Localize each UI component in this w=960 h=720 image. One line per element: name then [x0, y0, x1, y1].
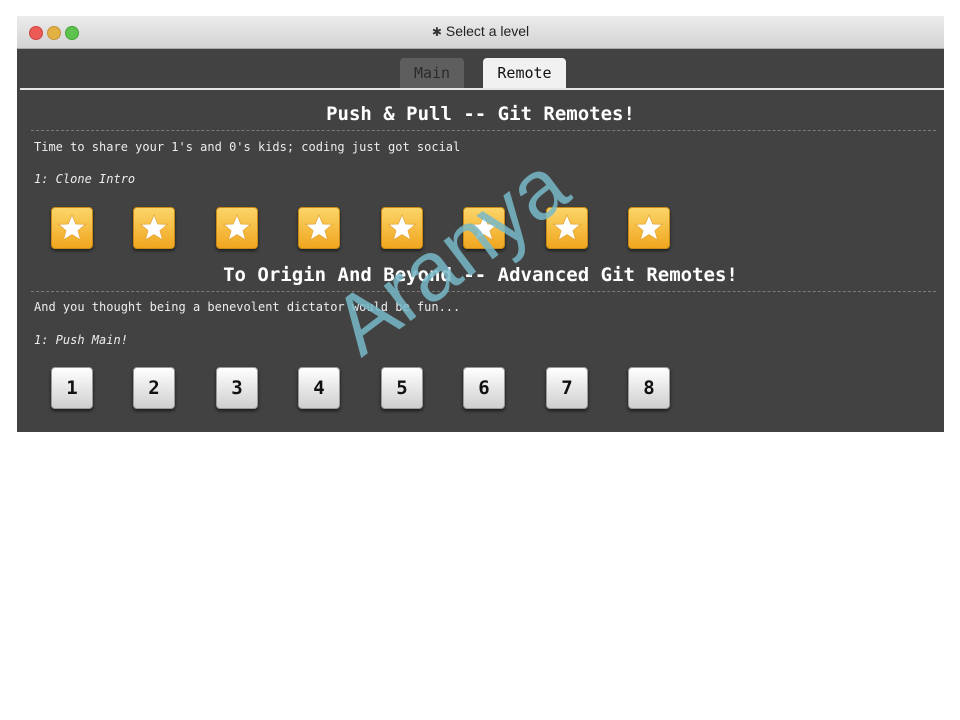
level-button-4[interactable] — [298, 207, 340, 249]
level-button-4[interactable]: 4 — [298, 367, 340, 409]
window-title: Select a level — [445, 23, 530, 39]
level-button-2[interactable] — [133, 207, 175, 249]
section-divider — [31, 130, 936, 131]
selected-level-label: 1: Clone Intro — [34, 172, 136, 186]
level-button-7[interactable] — [546, 207, 588, 249]
section-description: And you thought being a benevolent dicta… — [34, 300, 461, 314]
level-button-5[interactable] — [381, 207, 423, 249]
title-bar: ✱ Select a level — [17, 16, 944, 49]
section-title-push-pull: Push & Pull -- Git Remotes! — [326, 103, 635, 125]
level-button-3[interactable]: 3 — [216, 367, 258, 409]
tab-bar: Main Remote — [17, 58, 944, 88]
tab-underline — [20, 88, 944, 90]
star-icon — [634, 213, 664, 241]
level-button-6[interactable]: 6 — [463, 367, 505, 409]
level-button-7[interactable]: 7 — [546, 367, 588, 409]
section-description: Time to share your 1's and 0's kids; cod… — [34, 140, 461, 154]
level-button-3[interactable] — [216, 207, 258, 249]
level-button-5[interactable]: 5 — [381, 367, 423, 409]
tab-main[interactable]: Main — [400, 58, 464, 88]
section-divider — [31, 291, 936, 292]
tab-remote[interactable]: Remote — [483, 58, 566, 88]
level-button-8[interactable] — [628, 207, 670, 249]
star-icon — [387, 213, 417, 241]
star-icon — [304, 213, 334, 241]
star-icon — [139, 213, 169, 241]
level-button-1[interactable]: 1 — [51, 367, 93, 409]
star-icon — [469, 213, 499, 241]
selected-level-label: 1: Push Main! — [34, 333, 128, 347]
window-title-container: ✱ Select a level — [17, 23, 944, 39]
star-icon — [552, 213, 582, 241]
level-select-window: ✱ Select a level Main Remote Push & Pull … — [17, 16, 944, 432]
level-button-row-1 — [17, 207, 944, 251]
level-button-row-2: 1 2 3 4 5 6 7 8 — [17, 367, 944, 411]
section-title-advanced-remotes: To Origin And Beyond -- Advanced Git Rem… — [223, 264, 738, 286]
level-button-2[interactable]: 2 — [133, 367, 175, 409]
level-button-6[interactable] — [463, 207, 505, 249]
level-button-8[interactable]: 8 — [628, 367, 670, 409]
star-icon — [222, 213, 252, 241]
star-icon — [57, 213, 87, 241]
level-button-1[interactable] — [51, 207, 93, 249]
gear-icon: ✱ — [431, 25, 442, 39]
